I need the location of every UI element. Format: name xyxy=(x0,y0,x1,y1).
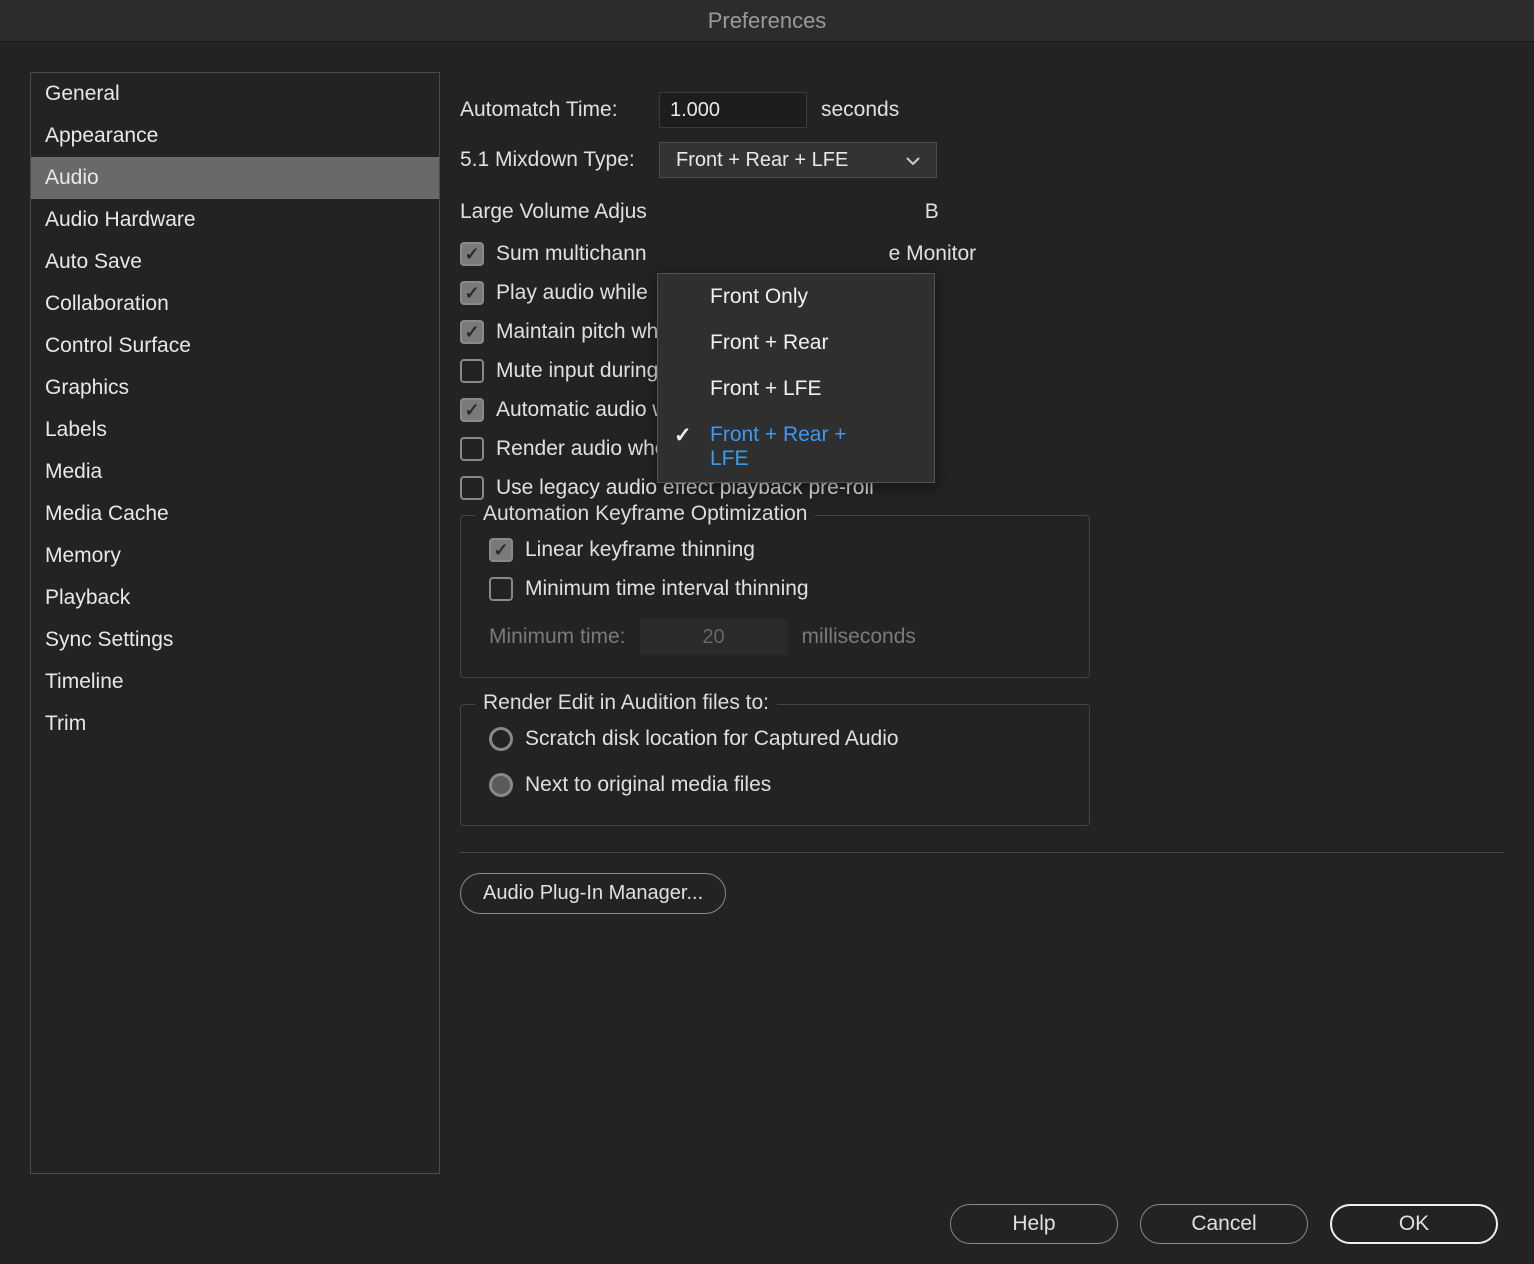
sidebar-item-control-surface[interactable]: Control Surface xyxy=(31,325,439,367)
preferences-sidebar: General Appearance Audio Audio Hardware … xyxy=(30,72,440,1174)
minimum-time-row: Minimum time: milliseconds xyxy=(489,619,1061,655)
radio-scratch-disk: Scratch disk location for Captured Audio xyxy=(489,727,1061,751)
mixdown-row: 5.1 Mixdown Type: Front + Rear + LFE xyxy=(460,142,1504,178)
preferences-window: Preferences General Appearance Audio Aud… xyxy=(0,0,1534,1264)
chevron-down-icon xyxy=(906,152,920,168)
sidebar-item-appearance[interactable]: Appearance xyxy=(31,115,439,157)
check-play-audio: Play audio while xyxy=(460,281,1504,305)
checkbox-play-audio[interactable] xyxy=(460,281,484,305)
checkbox-render-audio[interactable] xyxy=(460,437,484,461)
audio-plugin-manager-button[interactable]: Audio Plug-In Manager... xyxy=(460,873,726,914)
radio-button-scratch-disk[interactable] xyxy=(489,727,513,751)
minimum-time-unit: milliseconds xyxy=(802,625,916,649)
sidebar-item-timeline[interactable]: Timeline xyxy=(31,661,439,703)
check-waveform-gen: Automatic audio waveform generation xyxy=(460,398,1504,422)
mixdown-dropdown: Front Only Front + Rear Front + LFE ✓ Fr… xyxy=(657,273,935,483)
check-label-suffix: e Monitor xyxy=(889,242,977,266)
preferences-content: Automatch Time: seconds 5.1 Mixdown Type… xyxy=(460,72,1504,1174)
radio-button-next-to-original[interactable] xyxy=(489,773,513,797)
sidebar-item-media[interactable]: Media xyxy=(31,451,439,493)
sidebar-item-sync-settings[interactable]: Sync Settings xyxy=(31,619,439,661)
ok-button[interactable]: OK xyxy=(1330,1204,1498,1244)
checkbox-mute-input[interactable] xyxy=(460,359,484,383)
minimum-time-label: Minimum time: xyxy=(489,625,626,649)
checkbox-legacy-playback[interactable] xyxy=(460,476,484,500)
dropdown-item-front-rear-lfe[interactable]: ✓ Front + Rear + LFE xyxy=(658,412,934,482)
checkbox-interval-thinning[interactable] xyxy=(489,577,513,601)
radio-label: Next to original media files xyxy=(525,773,771,797)
divider xyxy=(460,852,1504,853)
automation-fieldset: Automation Keyframe Optimization Linear … xyxy=(460,515,1090,678)
check-interval-thinning: Minimum time interval thinning xyxy=(489,577,1061,601)
automation-legend: Automation Keyframe Optimization xyxy=(475,502,815,526)
sidebar-item-general[interactable]: General xyxy=(31,73,439,115)
checkmark-icon: ✓ xyxy=(674,423,692,448)
check-label: Play audio while xyxy=(496,281,648,305)
radio-label: Scratch disk location for Captured Audio xyxy=(525,727,899,751)
check-linear-thinning: Linear keyframe thinning xyxy=(489,538,1061,562)
mixdown-value: Front + Rear + LFE xyxy=(676,149,848,172)
cancel-button[interactable]: Cancel xyxy=(1140,1204,1308,1244)
body-area: General Appearance Audio Audio Hardware … xyxy=(0,42,1534,1174)
check-sum-multichannel: Sum multichann e Monitor xyxy=(460,242,1504,266)
mixdown-label: 5.1 Mixdown Type: xyxy=(460,148,645,172)
check-label: Linear keyframe thinning xyxy=(525,538,755,562)
automatch-unit: seconds xyxy=(821,98,899,122)
render-fieldset: Render Edit in Audition files to: Scratc… xyxy=(460,704,1090,826)
sidebar-item-graphics[interactable]: Graphics xyxy=(31,367,439,409)
radio-next-to-original: Next to original media files xyxy=(489,773,1061,797)
footer-buttons: Help Cancel OK xyxy=(950,1204,1498,1244)
large-volume-label-prefix: Large Volume Adjus xyxy=(460,200,647,224)
render-legend: Render Edit in Audition files to: xyxy=(475,691,777,715)
automatch-label: Automatch Time: xyxy=(460,98,645,122)
large-volume-row: Large Volume Adjus B xyxy=(460,200,1504,224)
minimum-time-input xyxy=(640,619,788,655)
window-title: Preferences xyxy=(708,8,827,34)
sidebar-item-auto-save[interactable]: Auto Save xyxy=(31,241,439,283)
checkbox-linear-thinning[interactable] xyxy=(489,538,513,562)
sidebar-item-playback[interactable]: Playback xyxy=(31,577,439,619)
sidebar-item-collaboration[interactable]: Collaboration xyxy=(31,283,439,325)
dropdown-item-front-only[interactable]: Front Only xyxy=(658,274,934,320)
sidebar-item-memory[interactable]: Memory xyxy=(31,535,439,577)
check-render-audio: Render audio when rendering video xyxy=(460,437,1504,461)
mixdown-select[interactable]: Front + Rear + LFE xyxy=(659,142,937,178)
check-label: Sum multichann xyxy=(496,242,647,266)
sidebar-item-media-cache[interactable]: Media Cache xyxy=(31,493,439,535)
sidebar-item-trim[interactable]: Trim xyxy=(31,703,439,745)
dropdown-item-front-lfe[interactable]: Front + LFE xyxy=(658,366,934,412)
sidebar-item-labels[interactable]: Labels xyxy=(31,409,439,451)
check-mute-input: Mute input during timeline recording xyxy=(460,359,1504,383)
checkbox-waveform-gen[interactable] xyxy=(460,398,484,422)
checkbox-sum-multichannel[interactable] xyxy=(460,242,484,266)
large-volume-label-suffix: B xyxy=(661,200,939,224)
help-button[interactable]: Help xyxy=(950,1204,1118,1244)
sidebar-item-audio-hardware[interactable]: Audio Hardware xyxy=(31,199,439,241)
check-maintain-pitch: Maintain pitch while shuttling xyxy=(460,320,1504,344)
check-legacy-playback: Use legacy audio effect playback pre-rol… xyxy=(460,476,1504,500)
dropdown-item-front-rear[interactable]: Front + Rear xyxy=(658,320,934,366)
check-label: Minimum time interval thinning xyxy=(525,577,809,601)
window-titlebar: Preferences xyxy=(0,0,1534,42)
automatch-input[interactable] xyxy=(659,92,807,128)
sidebar-item-audio[interactable]: Audio xyxy=(31,157,439,199)
checkbox-maintain-pitch[interactable] xyxy=(460,320,484,344)
automatch-row: Automatch Time: seconds xyxy=(460,92,1504,128)
